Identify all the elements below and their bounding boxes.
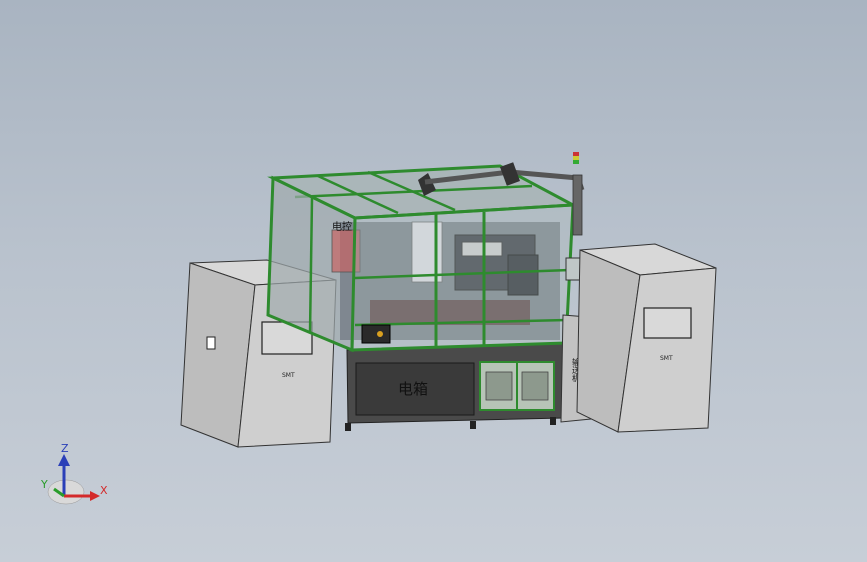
electrical-box-label: 电箱	[398, 380, 428, 398]
machine-base[interactable]: 电箱	[345, 342, 566, 431]
graphics-viewport[interactable]: SMT 电箱 电控 输送机 SMT Z X Y	[0, 0, 867, 562]
z-axis-arrow	[58, 454, 70, 466]
left-cabinet-text: SMT	[282, 372, 295, 379]
enclosure[interactable]: 电控	[266, 152, 595, 353]
machine-model[interactable]: SMT 电箱 电控 输送机 SMT	[0, 0, 867, 562]
x-axis-arrow	[90, 491, 100, 501]
right-smt-cabinet[interactable]: SMT	[576, 243, 717, 433]
right-cabinet-text: SMT	[660, 355, 673, 362]
control-panel-label: 电控	[332, 220, 352, 233]
signal-tower-pole	[572, 174, 583, 236]
triad-sphere	[47, 479, 85, 505]
y-axis-label: Y	[40, 478, 48, 491]
z-axis-label: Z	[61, 442, 69, 455]
right-cabinet-window	[643, 307, 692, 339]
left-cabinet-handle	[206, 336, 216, 350]
front-control-box	[361, 324, 391, 344]
orientation-triad[interactable]: Z X Y	[34, 440, 114, 510]
x-axis-label: X	[100, 484, 108, 497]
